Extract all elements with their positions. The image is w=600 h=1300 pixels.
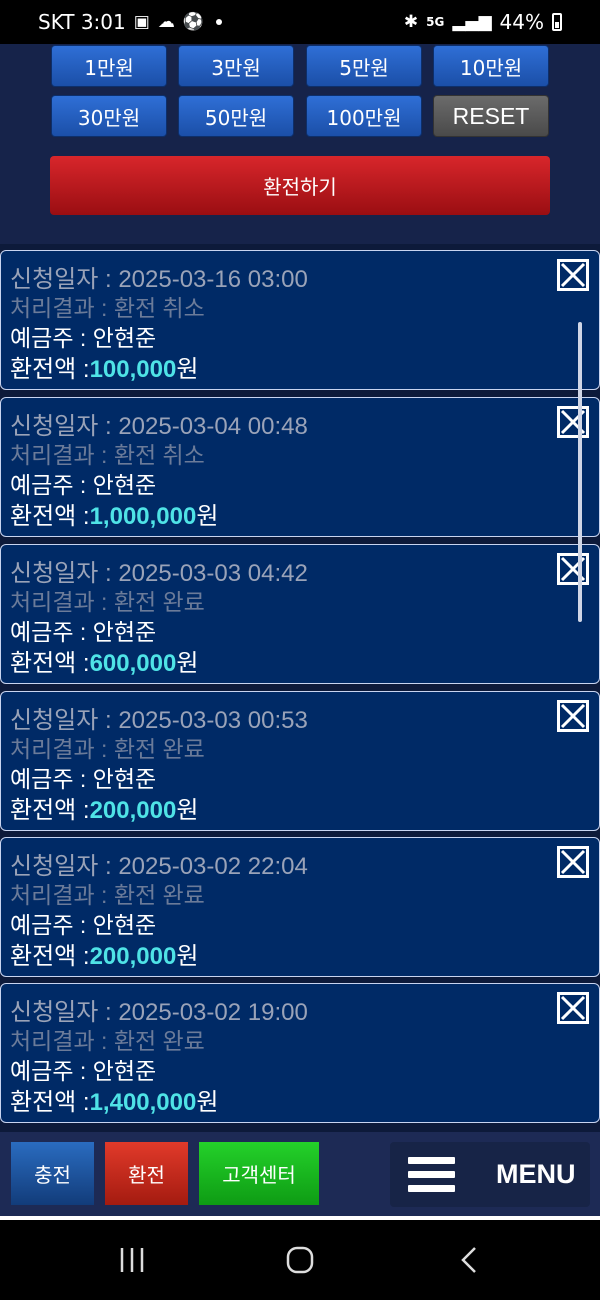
list-item: 신청일자 : 2025-03-02 19:00 처리결과 : 환전 완료 예금주… [0, 983, 600, 1123]
recent-apps-icon[interactable] [118, 1246, 146, 1274]
reset-button[interactable]: RESET [433, 95, 549, 137]
amount-button-3[interactable]: 3만원 [178, 45, 294, 87]
delete-record-icon[interactable] [557, 259, 589, 291]
exchange-amount: 1,000,000 [89, 503, 197, 530]
list-item: 신청일자 : 2025-03-02 22:04 처리결과 : 환전 완료 예금주… [0, 837, 600, 977]
amount-panel: 1만원 3만원 5만원 10만원 30만원 50만원 100만원 RESET 환… [0, 44, 600, 244]
bottom-nav: 충전 환전 고객센터 MENU [0, 1132, 600, 1216]
menu-button[interactable]: MENU [390, 1142, 590, 1207]
depositor-name: 안현준 [92, 766, 157, 792]
amount-button-5[interactable]: 5만원 [306, 45, 422, 87]
gallery-icon: ▣ [133, 12, 150, 32]
amount-button-30[interactable]: 30만원 [51, 95, 167, 137]
amount-button-100[interactable]: 100만원 [306, 95, 422, 137]
scrollbar[interactable] [578, 322, 582, 622]
carrier-time: SKT 3:01 [38, 10, 126, 34]
depositor-name: 안현준 [92, 325, 157, 351]
depositor-name: 안현준 [92, 619, 157, 645]
notification-dot-icon [215, 19, 222, 25]
system-nav-bar [0, 1220, 600, 1300]
exchange-button[interactable]: 환전 [105, 1142, 188, 1205]
exchange-submit-button[interactable]: 환전하기 [50, 156, 550, 215]
list-item: 신청일자 : 2025-03-03 00:53 처리결과 : 환전 완료 예금주… [0, 691, 600, 831]
amount-button-1[interactable]: 1만원 [51, 45, 167, 87]
charge-button[interactable]: 충전 [11, 1142, 94, 1205]
exchange-history-list[interactable]: 신청일자 : 2025-03-16 03:00 처리결과 : 환전 취소 예금주… [0, 244, 600, 1132]
list-item: 신청일자 : 2025-03-16 03:00 처리결과 : 환전 취소 예금주… [0, 250, 600, 390]
back-icon[interactable] [458, 1246, 482, 1274]
battery-icon [552, 13, 562, 31]
list-item: 신청일자 : 2025-03-03 04:42 처리결과 : 환전 완료 예금주… [0, 544, 600, 684]
depositor-name: 안현준 [92, 1058, 157, 1084]
delete-record-icon[interactable] [557, 700, 589, 732]
bluetooth-icon: ✱ [403, 12, 419, 32]
exchange-amount: 100,000 [89, 356, 177, 383]
exchange-amount: 200,000 [89, 797, 177, 824]
depositor-name: 안현준 [92, 472, 157, 498]
depositor-name: 안현준 [92, 912, 157, 938]
exchange-amount: 200,000 [89, 943, 177, 970]
process-result: 환전 취소 [113, 295, 205, 321]
hamburger-icon [408, 1157, 455, 1192]
status-bar: SKT 3:01 ▣ ☁ ⚽ ✱ 5G ▂▄▆ 44% [0, 0, 600, 44]
process-result: 환전 취소 [113, 442, 205, 468]
cloud-icon: ☁ [157, 12, 175, 32]
amount-button-50[interactable]: 50만원 [178, 95, 294, 137]
exchange-amount: 1,400,000 [89, 1089, 197, 1116]
process-result: 환전 완료 [113, 1028, 205, 1054]
menu-label: MENU [496, 1159, 576, 1189]
home-icon[interactable] [286, 1246, 314, 1274]
exchange-amount: 600,000 [89, 650, 177, 677]
customer-center-button[interactable]: 고객센터 [199, 1142, 319, 1205]
soccer-ball-icon: ⚽ [182, 12, 204, 32]
process-result: 환전 완료 [113, 736, 205, 762]
list-item: 신청일자 : 2025-03-04 00:48 처리결과 : 환전 취소 예금주… [0, 397, 600, 537]
signal-icon: ▂▄▆ [452, 12, 492, 32]
process-result: 환전 완료 [113, 589, 205, 615]
5g-icon: 5G [426, 15, 445, 29]
battery-percent: 44% [499, 10, 544, 34]
delete-record-icon[interactable] [557, 992, 589, 1024]
delete-record-icon[interactable] [557, 406, 589, 438]
amount-button-10[interactable]: 10만원 [433, 45, 549, 87]
delete-record-icon[interactable] [557, 846, 589, 878]
delete-record-icon[interactable] [557, 553, 589, 585]
process-result: 환전 완료 [113, 882, 205, 908]
